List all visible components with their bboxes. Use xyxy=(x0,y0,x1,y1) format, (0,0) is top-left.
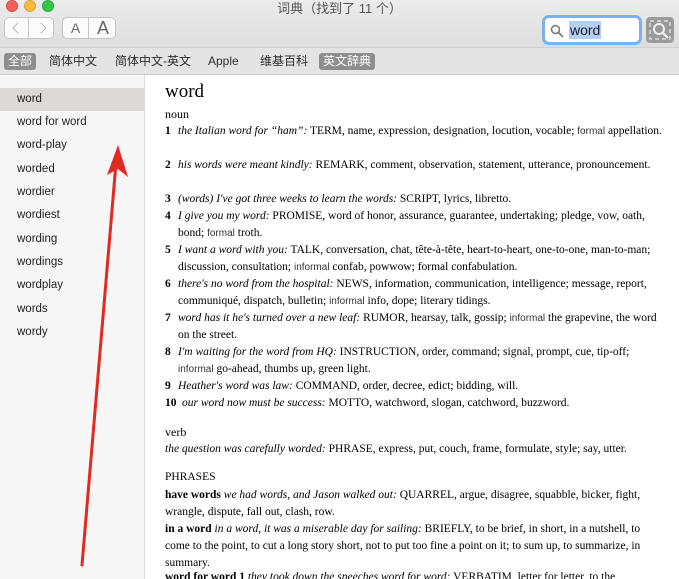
verb-sense: the question was carefully worded: PHRAS… xyxy=(165,441,665,458)
sense-3: 3 (words) I've got three weeks to learn t… xyxy=(165,191,665,208)
sense-number: 6 xyxy=(165,278,171,290)
tab-chinese-english[interactable]: 简体中文-英文 xyxy=(111,53,195,70)
sense-example: his words were meant kindly: xyxy=(178,159,313,171)
sense-number: 7 xyxy=(165,312,171,324)
tab-all[interactable]: 全部 xyxy=(4,53,37,70)
font-size-buttons: A A xyxy=(62,17,116,39)
sense-synonyms-tail: go-ahead, thumbs up, green light. xyxy=(213,363,371,375)
sense-example: I'm waiting for the word from HQ: xyxy=(178,346,337,358)
sense-example: our word now must be success: xyxy=(182,397,326,409)
sense-number: 1 xyxy=(165,125,171,137)
chevron-right-icon xyxy=(34,22,47,34)
sidebar-item-wordings[interactable]: wordings xyxy=(0,251,144,274)
sense-example: there's no word from the hospital: xyxy=(178,278,334,290)
sidebar-item-wordplay[interactable]: wordplay xyxy=(0,274,144,297)
register-label: formal xyxy=(577,126,606,137)
register-label: informal xyxy=(178,364,214,375)
sense-7: 7 word has it he's turned over a new leaf… xyxy=(165,310,665,344)
sense-synonyms: SCRIPT, lyrics, libretto. xyxy=(397,193,512,205)
sense-number: 3 xyxy=(165,193,171,205)
sense-number: 10 xyxy=(165,397,177,409)
register-label: informal xyxy=(329,296,365,307)
phrase-have-words: have words we had words, and Jason walke… xyxy=(165,487,665,521)
sidebar-item-word[interactable]: word xyxy=(0,88,144,111)
tab-wikipedia[interactable]: 维基百科 xyxy=(256,53,312,70)
sense-synonyms-tail: troth. xyxy=(234,227,263,239)
navigation-buttons xyxy=(4,17,54,39)
phrases-heading: PHRASES xyxy=(165,471,216,483)
part-of-speech-verb: verb xyxy=(165,425,187,439)
results-sidebar: word word for word word-play worded word… xyxy=(0,75,145,579)
sense-4: 4I give you my word: PROMISE, word of ho… xyxy=(165,208,665,242)
source-tab-bar: 全部 简体中文 简体中文-英文 Apple 维基百科 英文辞典 xyxy=(0,47,679,75)
sense-synonyms-tail: confab, powwow; formal confabulation. xyxy=(329,261,518,273)
sense-2: 2 his words were meant kindly: REMARK, co… xyxy=(165,157,665,174)
sense-number: 4 xyxy=(165,210,171,222)
sidebar-item-worded[interactable]: worded xyxy=(0,158,144,181)
sense-synonyms-tail: appellation. xyxy=(605,125,662,137)
sense-8: 8 I'm waiting for the word from HQ: INSTR… xyxy=(165,344,665,378)
back-button[interactable] xyxy=(5,18,29,38)
tab-english-dictionary[interactable]: 英文辞典 xyxy=(319,53,376,70)
sense-synonyms: MOTTO, watchword, slogan, catchword, buz… xyxy=(325,397,570,409)
search-field[interactable]: word xyxy=(542,15,642,45)
sense-example: the Italian word for “ham”: xyxy=(178,125,308,137)
sense-number: 5 xyxy=(165,244,171,256)
phrase-key: in a word xyxy=(165,523,212,535)
phrase-example: they took down the speeches word for wor… xyxy=(244,571,451,579)
sense-9: 9 Heather's word was law: COMMAND, order,… xyxy=(165,378,665,395)
sense-synonyms: RUMOR, hearsay, talk, gossip; xyxy=(360,312,510,324)
sense-synonyms: REMARK, comment, observation, statement,… xyxy=(312,159,651,171)
font-larger-button[interactable]: A xyxy=(90,18,116,38)
sense-example: (words) I've got three weeks to learn th… xyxy=(178,193,397,205)
phrase-word-for-word: word for word 1 they took down the speec… xyxy=(165,569,665,579)
sidebar-item-wordiest[interactable]: wordiest xyxy=(0,204,144,227)
sense-synonyms: PHRASE, express, put, couch, frame, form… xyxy=(325,443,627,455)
entry-headword: word xyxy=(165,81,205,102)
font-smaller-button[interactable]: A xyxy=(63,18,89,38)
register-label: informal xyxy=(293,262,330,273)
part-of-speech-noun: noun xyxy=(165,107,189,121)
sense-number: 8 xyxy=(165,346,171,358)
sense-10: 10 our word now must be success: MOTTO, w… xyxy=(165,395,665,412)
phrase-example: we had words, and Jason walked out: xyxy=(220,489,397,501)
sense-example: the question was carefully worded: xyxy=(165,443,326,455)
sense-synonyms: COMMAND, order, decree, edict; bidding, … xyxy=(292,380,519,392)
sense-synonyms: INSTRUCTION, order, command; signal, pro… xyxy=(336,346,630,358)
phrase-in-a-word: in a word in a word, it was a miserable … xyxy=(165,521,665,572)
register-label: informal xyxy=(509,313,546,324)
sidebar-item-wordy[interactable]: wordy xyxy=(0,321,144,344)
phrase-example: in a word, it was a miserable day for sa… xyxy=(211,523,422,535)
sidebar-item-word-play[interactable]: word-play xyxy=(0,134,144,157)
sense-1: 1 the Italian word for “ham”: TERM, name,… xyxy=(165,123,665,140)
tab-simplified-chinese[interactable]: 简体中文 xyxy=(45,53,101,70)
forward-button[interactable] xyxy=(30,18,54,38)
title-bar: 词典（找到了 11 个） A A word xyxy=(0,0,679,47)
phrase-key: word for word 1 xyxy=(165,571,245,579)
tab-apple[interactable]: Apple xyxy=(204,53,243,70)
sense-example: I give you my word: xyxy=(178,210,270,222)
sidebar-item-wordier[interactable]: wordier xyxy=(0,181,144,204)
sidebar-item-words[interactable]: words xyxy=(0,298,144,321)
sense-number: 9 xyxy=(165,380,171,392)
sidebar-item-wording[interactable]: wording xyxy=(0,228,144,251)
phrase-key: have words xyxy=(165,489,221,501)
search-input-text[interactable]: word xyxy=(569,21,602,39)
sense-example: word has it he's turned over a new leaf: xyxy=(178,312,361,324)
sense-5: 5I want a word with you: TALK, conversat… xyxy=(165,242,665,276)
sense-synonyms-tail: info, dope; literary tidings. xyxy=(364,295,491,307)
sense-synonyms: TERM, name, expression, designation, loc… xyxy=(307,125,578,137)
sense-example: I want a word with you: xyxy=(178,244,288,256)
sense-example: Heather's word was law: xyxy=(178,380,293,392)
definition-pane: word noun 1 the Italian word for “ham”: T… xyxy=(145,75,679,579)
search-logo-icon xyxy=(649,20,671,40)
sense-6: 6 there's no word from the hospital: NEWS… xyxy=(165,276,665,310)
sidebar-item-word-for-word[interactable]: word for word xyxy=(0,111,144,134)
phrase-synonyms: VERBATIM, letter for letter, to the xyxy=(450,571,616,579)
register-label: formal xyxy=(207,228,235,239)
chevron-left-icon xyxy=(12,22,24,34)
search-icon xyxy=(550,24,564,38)
sense-number: 2 xyxy=(165,159,171,171)
watermark-logo xyxy=(646,17,674,43)
